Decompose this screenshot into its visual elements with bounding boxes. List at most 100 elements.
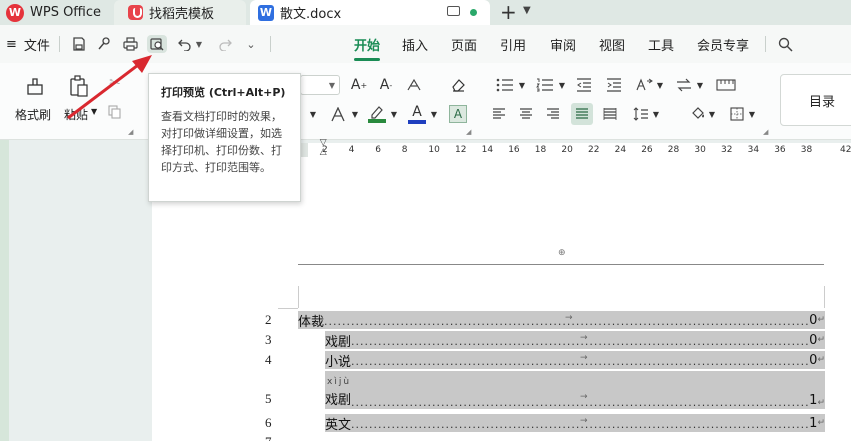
numbered-list-icon[interactable] xyxy=(532,75,558,95)
ruler-tick-label: 34 xyxy=(747,145,760,155)
crop-mark xyxy=(824,286,825,308)
tab-mark-icon: → xyxy=(580,416,588,426)
separator xyxy=(765,36,766,52)
paragraph-dialog-launcher-icon[interactable]: ◢ xyxy=(763,128,768,136)
justify-icon[interactable] xyxy=(571,103,593,125)
ruler-tick-label: 30 xyxy=(694,145,706,155)
line-spacing-icon[interactable] xyxy=(631,105,651,123)
toc-entry-page: 0 xyxy=(809,332,818,348)
text-effect-dropdown-icon[interactable]: ▼ xyxy=(350,107,360,121)
text-direction-dropdown-icon[interactable]: ▼ xyxy=(655,77,665,93)
clear-format-eraser-icon[interactable] xyxy=(448,75,468,95)
increase-indent-icon[interactable] xyxy=(604,75,624,95)
search-icon[interactable] xyxy=(776,35,794,53)
align-left-icon[interactable] xyxy=(490,105,508,123)
increase-font-icon[interactable]: A + xyxy=(350,75,368,95)
undo-dropdown-icon[interactable]: ▼ xyxy=(194,35,204,53)
toc-entry[interactable]: 英文 .....................................… xyxy=(325,414,825,433)
tab-page[interactable]: 页面 xyxy=(451,25,477,63)
decrease-font-icon[interactable]: A- xyxy=(377,75,395,95)
sort-dropdown-icon[interactable]: ▼ xyxy=(695,77,705,93)
line-spacing-dropdown-icon[interactable]: ▼ xyxy=(651,107,661,121)
tab-document[interactable]: W 散文.docx xyxy=(250,0,490,25)
toc-entry[interactable]: 体裁 .....................................… xyxy=(298,311,825,330)
border-icon[interactable] xyxy=(728,105,746,123)
ruler-tick-label: 28 xyxy=(667,145,680,155)
ruler-tick-label: 6 xyxy=(375,145,381,155)
numbered-dropdown-icon[interactable]: ▼ xyxy=(557,77,567,93)
distributed-align-icon[interactable] xyxy=(601,105,619,123)
bullet-list-icon[interactable] xyxy=(492,75,518,95)
new-tab-plus-icon[interactable]: + xyxy=(500,1,517,23)
show-marks-icon[interactable] xyxy=(714,75,738,95)
ruler-tick-label: 36 xyxy=(774,145,786,155)
line-number: 6 xyxy=(265,415,272,430)
shading-bucket-icon[interactable] xyxy=(688,105,708,123)
shading-dropdown-icon[interactable]: ▼ xyxy=(707,107,717,121)
more-chevron-icon[interactable]: ⌄ xyxy=(242,35,260,53)
left-nav-strip xyxy=(0,140,9,441)
toc-entry[interactable]: 小说 .....................................… xyxy=(325,351,825,370)
font-color-icon[interactable]: A xyxy=(406,103,428,125)
tab-insert[interactable]: 插入 xyxy=(402,25,428,63)
text-direction-icon[interactable] xyxy=(632,75,656,95)
toc-entry[interactable]: 戏剧 .....................................… xyxy=(325,331,825,350)
toc-entry-page: 1 xyxy=(809,393,818,408)
align-center-icon[interactable] xyxy=(517,105,535,123)
clipboard-dialog-launcher-icon[interactable]: ◢ xyxy=(128,128,133,136)
format-painter-icon[interactable] xyxy=(24,75,46,97)
toc-button[interactable]: 目录 xyxy=(780,74,851,126)
border-dropdown-icon[interactable]: ▼ xyxy=(747,107,757,121)
format-painter-label[interactable]: 格式刷 xyxy=(15,106,51,123)
share-link-icon[interactable] xyxy=(95,35,113,53)
bullet-dropdown-icon[interactable]: ▼ xyxy=(517,77,527,93)
header-divider-line xyxy=(298,264,824,265)
undo-icon[interactable] xyxy=(176,35,194,53)
print-icon[interactable] xyxy=(121,35,139,53)
line-number: 4 xyxy=(265,352,272,367)
decrease-indent-icon[interactable] xyxy=(574,75,594,95)
header-paragraph-mark: ⊕ xyxy=(558,248,566,258)
ruler-tick-label: 26 xyxy=(641,145,653,155)
line-number: 3 xyxy=(265,332,272,347)
sort-icon[interactable] xyxy=(672,75,696,95)
horizontal-ruler[interactable] xyxy=(308,143,851,157)
ruler-tick-label: 10 xyxy=(428,145,440,155)
font-color-dropdown-icon[interactable]: ▼ xyxy=(429,107,439,121)
chevron-down-icon[interactable]: ▼ xyxy=(523,5,531,16)
paragraph-mark-icon: ↵ xyxy=(817,335,825,345)
tab-view[interactable]: 视图 xyxy=(599,25,625,63)
tab-wps-office[interactable]: W WPS Office xyxy=(0,0,112,25)
tab-reference[interactable]: 引用 xyxy=(500,25,526,63)
save-icon[interactable] xyxy=(70,35,88,53)
tab-member[interactable]: 会员专享 xyxy=(697,25,749,63)
crop-mark xyxy=(298,286,299,308)
ruler-tick-label: 22 xyxy=(588,145,600,155)
font-dialog-launcher-icon[interactable]: ◢ xyxy=(466,128,471,136)
tooltip-body: 查看文档打印时的效果，对打印做详细设置，如选择打印机、打印份数、打印方式、打印范… xyxy=(161,110,282,174)
file-menu-label: 文件 xyxy=(23,38,50,54)
font-size-dropdown[interactable]: ▼ xyxy=(300,75,340,95)
highlight-dropdown-icon[interactable]: ▼ xyxy=(389,107,399,121)
file-menu[interactable]: ≡ 文件 xyxy=(6,25,50,63)
char-shading-icon[interactable]: A xyxy=(449,105,467,123)
tab-docer[interactable]: 找稻壳模板 xyxy=(114,0,246,25)
text-effect-icon[interactable] xyxy=(328,105,348,123)
ruler-tick-label: 8 xyxy=(401,145,408,155)
line-number: 2 xyxy=(265,312,272,327)
strikethrough-dropdown-icon[interactable]: ▼ xyxy=(306,105,320,123)
toc-entry[interactable]: 戏剧 .....................................… xyxy=(325,371,825,409)
redo-icon[interactable] xyxy=(216,35,234,53)
paragraph-mark-icon: ↵ xyxy=(817,355,825,365)
word-doc-icon: W xyxy=(258,4,274,21)
line-number: 5 xyxy=(265,391,272,406)
ruler-tick-label: 42 xyxy=(840,145,851,155)
ruler-tick-label: 32 xyxy=(721,145,733,155)
monitor-icon[interactable] xyxy=(447,6,460,16)
align-right-icon[interactable] xyxy=(544,105,562,123)
tab-tools[interactable]: 工具 xyxy=(648,25,674,63)
text-style-icon[interactable] xyxy=(404,75,424,95)
print-preview-icon[interactable] xyxy=(147,35,167,53)
tab-review[interactable]: 审阅 xyxy=(550,25,576,63)
highlight-color-icon[interactable] xyxy=(366,103,388,125)
